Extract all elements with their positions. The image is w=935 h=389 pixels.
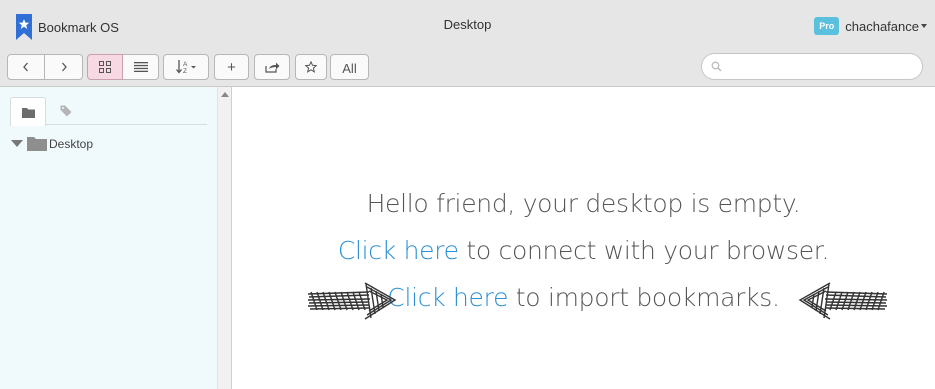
pro-badge: Pro [814, 17, 840, 35]
add-bookmark-button[interactable]: + [214, 54, 249, 80]
back-button[interactable] [7, 54, 45, 80]
folder-icon [21, 107, 35, 118]
favorite-button[interactable] [295, 54, 327, 80]
list-icon [133, 62, 148, 72]
grid-view-button[interactable] [87, 54, 123, 80]
show-all-label: All [342, 60, 357, 76]
scroll-up-arrow-icon[interactable] [221, 92, 229, 97]
sidebar: Desktop [0, 87, 217, 389]
share-button[interactable] [254, 54, 290, 80]
tree-item-label: Desktop [49, 136, 94, 151]
sidebar-tabs [10, 97, 207, 126]
window-title: Desktop [443, 17, 492, 32]
star-icon [305, 61, 317, 73]
arrow-right-icon [307, 282, 397, 320]
user-name: chachafance [845, 18, 919, 34]
search-input[interactable] [728, 58, 914, 76]
grid-icon [99, 61, 111, 73]
sidebar-scrollbar[interactable] [217, 87, 232, 389]
tree-item-desktop[interactable]: Desktop [11, 136, 93, 151]
app-logo[interactable]: Bookmark OS [15, 14, 119, 40]
import-bookmarks-link[interactable]: Click here [387, 283, 508, 312]
connect-browser-text: to connect with your browser. [458, 236, 830, 265]
arrow-left-icon [798, 282, 888, 320]
user-menu[interactable]: Pro chachafance [814, 17, 927, 35]
search-icon [711, 61, 722, 72]
forward-button[interactable] [45, 54, 83, 80]
bookmark-logo-icon [16, 14, 32, 40]
toolbar: A Z + All [7, 54, 369, 80]
svg-text:Z: Z [183, 68, 187, 74]
tab-folders[interactable] [10, 97, 46, 126]
top-bar: Bookmark OS Desktop Pro chachafance A Z … [0, 0, 935, 87]
tab-tags[interactable] [48, 97, 84, 125]
svg-text:A: A [183, 61, 188, 68]
plus-icon: + [227, 58, 236, 76]
view-mode-group [87, 54, 159, 80]
chevron-left-icon [23, 62, 28, 72]
chevron-down-icon [921, 24, 927, 28]
chevron-right-icon [61, 62, 67, 72]
history-nav [7, 54, 83, 80]
share-icon [264, 62, 279, 73]
import-bookmarks-text: to import bookmarks. [508, 283, 780, 312]
sort-alpha-icon: A Z [176, 60, 196, 74]
expand-toggle-icon[interactable] [11, 140, 23, 147]
show-all-button[interactable]: All [330, 54, 369, 80]
sort-button[interactable]: A Z [163, 54, 209, 80]
app-name: Bookmark OS [38, 19, 119, 35]
connect-browser-link[interactable]: Click here [338, 236, 459, 265]
list-view-button[interactable] [123, 54, 159, 80]
folder-icon [27, 137, 47, 151]
search-box[interactable] [701, 53, 923, 80]
tag-icon [60, 105, 72, 117]
main-content: Hello friend, your desktop is empty. Cli… [232, 87, 935, 389]
connect-browser-line: Click here to connect with your browser. [232, 236, 935, 266]
empty-desktop-message: Hello friend, your desktop is empty. [366, 189, 801, 218]
